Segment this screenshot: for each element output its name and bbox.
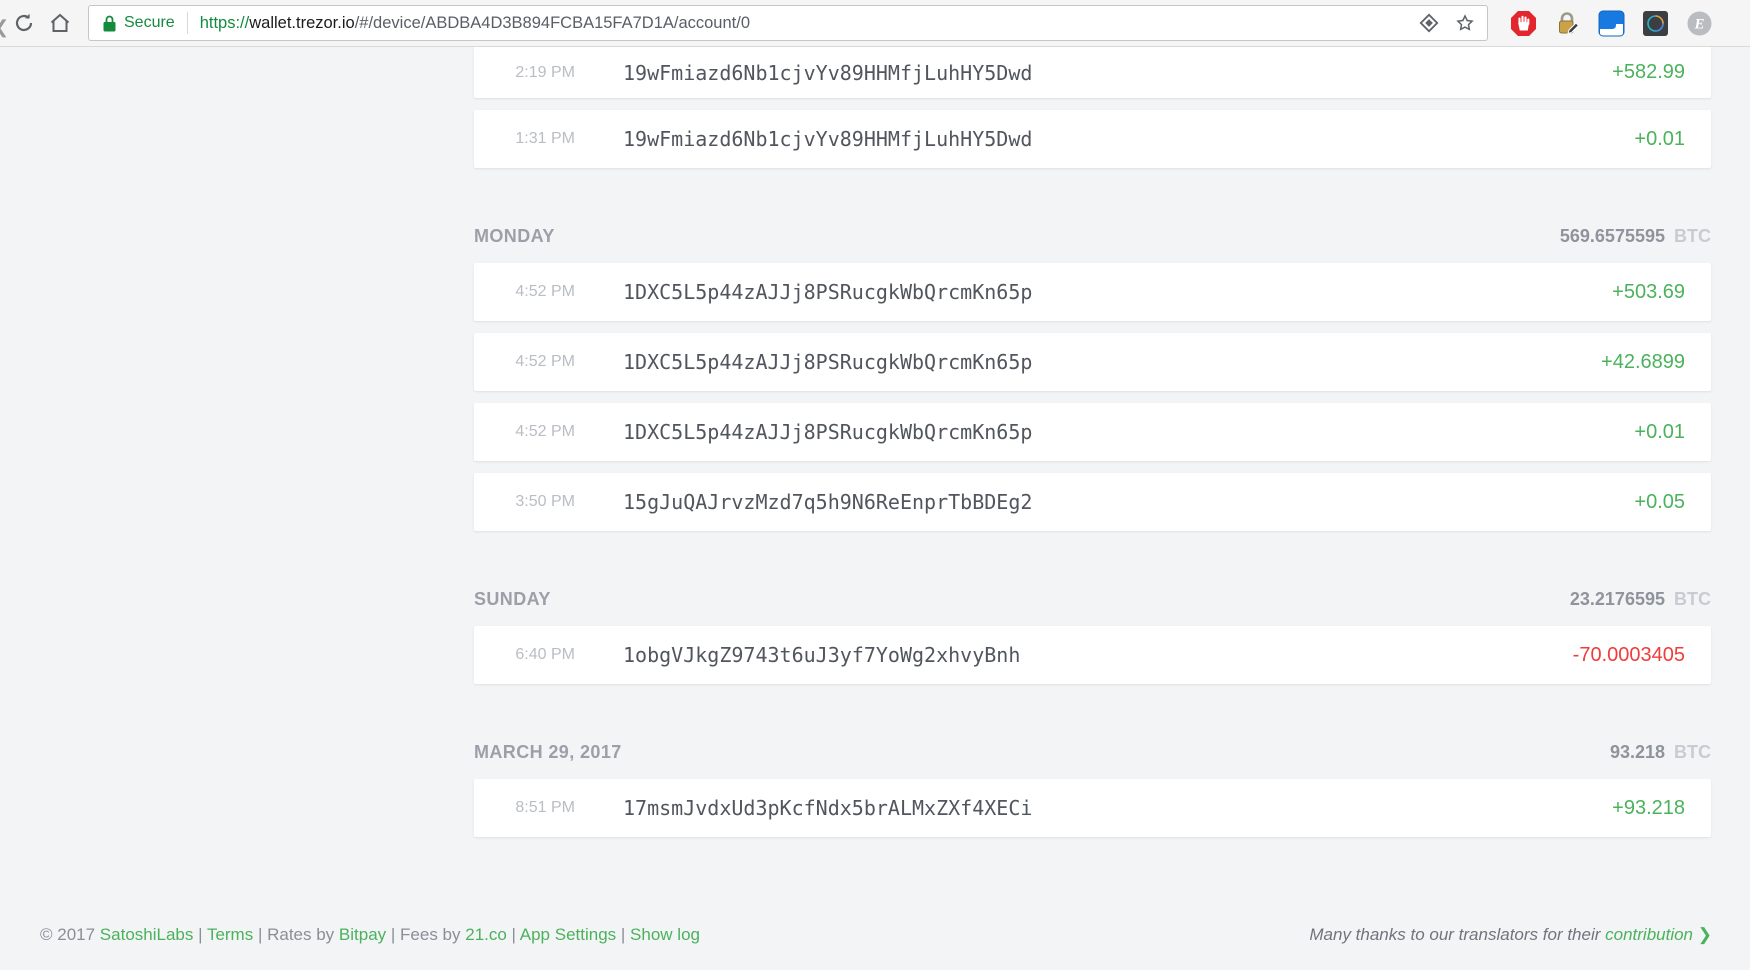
footer-link[interactable]: Terms bbox=[207, 925, 253, 944]
transaction-groups: 2:19 PM 19wFmiazd6Nb1cjvYv89HHMfjLuhHY5D… bbox=[474, 47, 1711, 837]
tx-address: 19wFmiazd6Nb1cjvYv89HHMfjLuhHY5Dwd bbox=[623, 127, 1033, 151]
footer-text: | bbox=[193, 925, 207, 944]
group-rows: 6:40 PM 1obgVJkgZ9743t6uJ3yf7YoWg2xhvyBn… bbox=[474, 626, 1711, 684]
tx-amount: +42.6899 bbox=[1601, 350, 1685, 373]
footer-text: © 2017 bbox=[40, 925, 100, 944]
svg-text:E: E bbox=[1693, 16, 1704, 32]
group-total-wrap: 23.2176595 BTC bbox=[1570, 589, 1711, 609]
reload-icon[interactable] bbox=[12, 11, 36, 35]
group-label: SUNDAY bbox=[474, 589, 551, 609]
tx-time: 3:50 PM bbox=[515, 493, 575, 510]
footer-thanks: Many thanks to our translators for their… bbox=[1309, 925, 1712, 945]
footer-link[interactable]: App Settings bbox=[520, 925, 616, 944]
transaction-group: SUNDAY 23.2176595 BTC 6:40 PM 1obgVJkgZ9… bbox=[474, 589, 1711, 684]
tx-amount: +0.01 bbox=[1634, 420, 1685, 443]
footer-link[interactable]: Show log bbox=[630, 925, 700, 944]
tx-time: 4:52 PM bbox=[515, 423, 575, 440]
tx-amount: -70.0003405 bbox=[1572, 643, 1685, 666]
chevron-right-icon: ❯ bbox=[1697, 925, 1712, 944]
footer-thanks-text: Many thanks to our translators for their bbox=[1309, 925, 1606, 944]
tx-address: 19wFmiazd6Nb1cjvYv89HHMfjLuhHY5Dwd bbox=[623, 60, 1033, 85]
group-currency: BTC bbox=[1669, 226, 1711, 246]
tx-address: 17msmJvdxUd3pKcfNdx5brALMxZXf4XECi bbox=[623, 796, 1033, 820]
blue-window-extension-icon[interactable] bbox=[1598, 10, 1625, 37]
group-rows: 4:52 PM 1DXC5L5p44zAJJj8PSRucgkWbQrcmKn6… bbox=[474, 263, 1711, 531]
tx-address: 1obgVJkgZ9743t6uJ3yf7YoWg2xhvyBnh bbox=[623, 643, 1021, 667]
url-path: /#/device/ABDBA4D3B894FCBA15FA7D1A/accou… bbox=[354, 13, 751, 32]
extension-tray: E bbox=[1510, 10, 1713, 37]
footer-text: | bbox=[386, 925, 401, 944]
group-label: MARCH 29, 2017 bbox=[474, 742, 622, 762]
back-icon[interactable]: ❮ bbox=[0, 17, 9, 38]
tx-amount: +93.218 bbox=[1612, 796, 1685, 819]
tx-time: 6:40 PM bbox=[515, 646, 575, 663]
transaction-row[interactable]: 4:52 PM 1DXC5L5p44zAJJj8PSRucgkWbQrcmKn6… bbox=[474, 403, 1711, 461]
dark-ring-extension-icon[interactable] bbox=[1642, 10, 1669, 37]
transaction-group: MONDAY 569.6575595 BTC 4:52 PM 1DXC5L5p4… bbox=[474, 226, 1711, 531]
footer: © 2017 SatoshiLabs | Terms | Rates by Bi… bbox=[0, 925, 1750, 945]
footer-text: | bbox=[616, 925, 631, 944]
adblock-icon[interactable] bbox=[1510, 10, 1537, 37]
tx-address: 15gJuQAJrvzMzd7q5h9N6ReEnprTbBDEg2 bbox=[623, 490, 1033, 514]
footer-text: Fees by bbox=[400, 925, 466, 944]
address-url[interactable]: https://wallet.trezor.io/#/device/ABDBA4… bbox=[200, 14, 1403, 33]
group-total: 569.6575595 bbox=[1559, 226, 1665, 246]
browser-toolbar: ❮ Secure https://wallet.trezor.io/#/devi… bbox=[0, 0, 1750, 47]
transaction-row[interactable]: 3:50 PM 15gJuQAJrvzMzd7q5h9N6ReEnprTbBDE… bbox=[474, 473, 1711, 531]
transaction-group: 2:19 PM 19wFmiazd6Nb1cjvYv89HHMfjLuhHY5D… bbox=[474, 47, 1711, 168]
group-total-wrap: 569.6575595 BTC bbox=[1560, 226, 1711, 246]
password-lock-icon[interactable] bbox=[1554, 10, 1581, 37]
footer-text: | bbox=[506, 925, 520, 944]
tx-time: 4:52 PM bbox=[515, 353, 575, 370]
home-icon[interactable] bbox=[48, 11, 72, 35]
transaction-row[interactable]: 2:19 PM 19wFmiazd6Nb1cjvYv89HHMfjLuhHY5D… bbox=[474, 47, 1711, 98]
bookmark-star-icon[interactable] bbox=[1455, 13, 1475, 33]
footer-text: | bbox=[253, 925, 268, 944]
group-rows: 2:19 PM 19wFmiazd6Nb1cjvYv89HHMfjLuhHY5D… bbox=[474, 47, 1711, 168]
tx-time: 8:51 PM bbox=[515, 799, 575, 816]
tx-time: 2:19 PM bbox=[515, 63, 575, 81]
secure-badge[interactable]: Secure bbox=[124, 14, 175, 32]
tx-time: 1:31 PM bbox=[515, 130, 575, 147]
group-header: SUNDAY 23.2176595 BTC bbox=[474, 589, 1711, 609]
tx-address: 1DXC5L5p44zAJJj8PSRucgkWbQrcmKn65p bbox=[623, 350, 1033, 374]
footer-link[interactable]: SatoshiLabs bbox=[100, 925, 194, 944]
group-header: MARCH 29, 2017 93.218 BTC bbox=[474, 742, 1711, 762]
transaction-row[interactable]: 6:40 PM 1obgVJkgZ9743t6uJ3yf7YoWg2xhvyBn… bbox=[474, 626, 1711, 684]
tx-address: 1DXC5L5p44zAJJj8PSRucgkWbQrcmKn65p bbox=[623, 420, 1033, 444]
transaction-row[interactable]: 8:51 PM 17msmJvdxUd3pKcfNdx5brALMxZXf4XE… bbox=[474, 779, 1711, 837]
transaction-row[interactable]: 1:31 PM 19wFmiazd6Nb1cjvYv89HHMfjLuhHY5D… bbox=[474, 110, 1711, 168]
tx-amount: +0.05 bbox=[1634, 490, 1685, 513]
tx-time: 4:52 PM bbox=[515, 283, 575, 300]
group-total: 93.218 bbox=[1609, 742, 1665, 762]
contribution-link[interactable]: contribution ❯ bbox=[1605, 925, 1712, 944]
group-rows: 8:51 PM 17msmJvdxUd3pKcfNdx5brALMxZXf4XE… bbox=[474, 779, 1711, 837]
transaction-row[interactable]: 4:52 PM 1DXC5L5p44zAJJj8PSRucgkWbQrcmKn6… bbox=[474, 333, 1711, 391]
group-total: 23.2176595 bbox=[1569, 589, 1665, 609]
footer-links: © 2017 SatoshiLabs | Terms | Rates by Bi… bbox=[40, 925, 700, 945]
group-total-wrap: 93.218 BTC bbox=[1610, 742, 1711, 762]
url-bar[interactable]: Secure https://wallet.trezor.io/#/device… bbox=[88, 5, 1488, 41]
tx-amount: +0.01 bbox=[1634, 127, 1685, 150]
transaction-row[interactable]: 4:52 PM 1DXC5L5p44zAJJj8PSRucgkWbQrcmKn6… bbox=[474, 263, 1711, 321]
footer-text: Rates by bbox=[267, 925, 339, 944]
url-divider bbox=[186, 12, 188, 34]
transaction-group: MARCH 29, 2017 93.218 BTC 8:51 PM 17msmJ… bbox=[474, 742, 1711, 837]
url-host: wallet.trezor.io bbox=[249, 13, 355, 32]
group-currency: BTC bbox=[1669, 742, 1711, 762]
tx-amount: +503.69 bbox=[1612, 280, 1685, 303]
group-currency: BTC bbox=[1669, 589, 1711, 609]
url-scheme: https:// bbox=[199, 13, 250, 32]
group-label: MONDAY bbox=[474, 226, 555, 246]
tx-amount: +582.99 bbox=[1612, 61, 1685, 83]
group-header: MONDAY 569.6575595 BTC bbox=[474, 226, 1711, 246]
gray-e-extension-icon[interactable]: E bbox=[1686, 10, 1713, 37]
tx-address: 1DXC5L5p44zAJJj8PSRucgkWbQrcmKn65p bbox=[623, 280, 1033, 304]
secure-lock-icon bbox=[103, 15, 116, 31]
footer-link[interactable]: 21.co bbox=[465, 925, 507, 944]
footer-link[interactable]: Bitpay bbox=[339, 925, 386, 944]
page-action-diamond-icon[interactable] bbox=[1419, 13, 1439, 33]
